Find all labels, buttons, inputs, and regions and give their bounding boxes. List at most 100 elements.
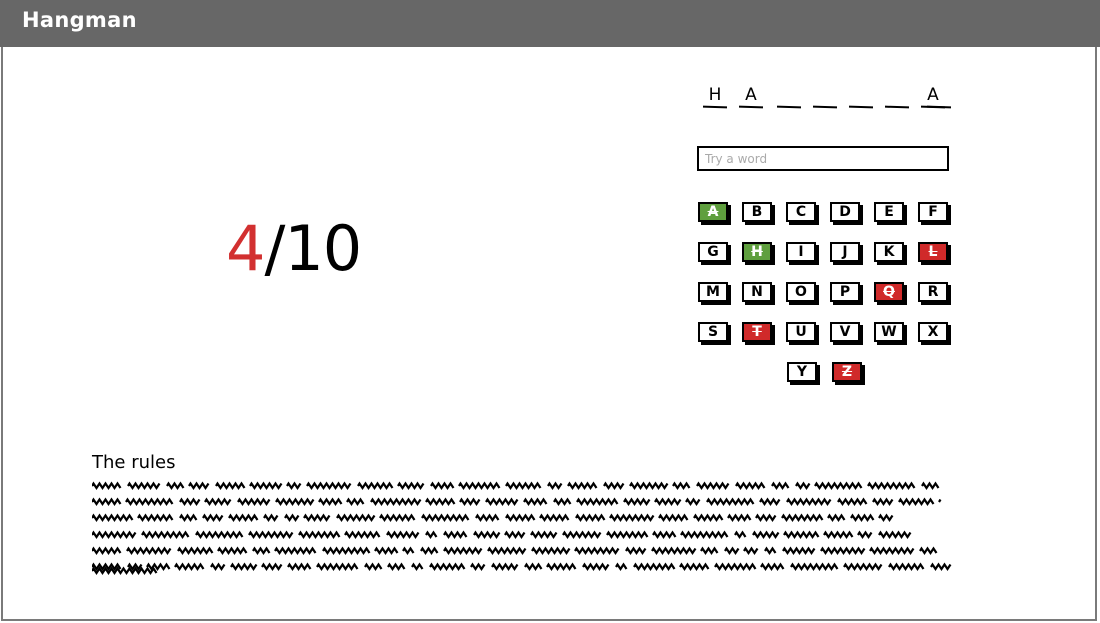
key-b[interactable]: B (742, 202, 772, 222)
scribble-word (487, 546, 527, 555)
scribble-word (287, 562, 312, 571)
scribble-word (357, 481, 394, 490)
scribble-word (344, 530, 381, 539)
scribble-word (210, 562, 226, 571)
key-l[interactable]: L (918, 242, 948, 262)
scribble-word (679, 562, 710, 571)
scribble-word (654, 497, 682, 506)
scribble-word (252, 546, 271, 555)
rules-heading: The rules (92, 452, 176, 473)
key-q[interactable]: Q (874, 282, 904, 302)
scribble-word (92, 481, 122, 490)
scribble-word (421, 513, 470, 522)
scribble-word (823, 530, 854, 539)
key-a[interactable]: A (698, 202, 728, 222)
scribble-word (386, 530, 420, 539)
rules-text-placeholder (92, 481, 952, 575)
scribble-word (938, 498, 942, 503)
scribble-word (430, 481, 455, 490)
scribble-word (397, 481, 425, 490)
scribble-word (166, 481, 185, 490)
key-c[interactable]: C (786, 202, 816, 222)
scribble-word (531, 546, 571, 555)
scribble-word (759, 497, 781, 506)
scribble-word (370, 497, 422, 506)
key-n[interactable]: N (742, 282, 772, 302)
scribble-word (473, 530, 501, 539)
scribble-word (364, 562, 383, 571)
scribble-word (336, 513, 376, 522)
guess-word-input[interactable] (697, 146, 949, 171)
scribble-word (524, 562, 543, 571)
key-j[interactable]: J (830, 242, 860, 262)
scribble-word (795, 481, 811, 490)
key-y[interactable]: Y (787, 362, 817, 382)
letter-underline (926, 105, 952, 109)
scribble-word (771, 481, 790, 490)
letter-underline (738, 105, 764, 109)
word-letter-slot (848, 84, 874, 112)
scribble-word (752, 530, 780, 539)
scribble-word (696, 481, 730, 490)
scribble-word (609, 513, 655, 522)
letter-underline (812, 105, 838, 109)
key-x[interactable]: X (918, 322, 948, 342)
scribble-word (523, 497, 548, 506)
scribble-word (878, 513, 894, 522)
scribble-word (318, 497, 343, 506)
attempts-used: 4 (226, 212, 265, 285)
scribble-word (921, 481, 940, 490)
scribble-word (177, 546, 214, 555)
scribble-word (126, 546, 172, 555)
scribble-word (263, 513, 279, 522)
scribble-word (505, 481, 542, 490)
key-p[interactable]: P (830, 282, 860, 302)
key-v[interactable]: V (830, 322, 860, 342)
scribble-word (125, 497, 174, 506)
scribble-word (425, 497, 456, 506)
scribble-word (322, 546, 371, 555)
scribble-word (843, 562, 883, 571)
key-h[interactable]: H (742, 242, 772, 262)
scribble-word (443, 530, 468, 539)
scribble-word (869, 546, 915, 555)
key-f[interactable]: F (918, 202, 948, 222)
scribble-word (724, 546, 740, 555)
scribble-word (562, 530, 602, 539)
key-e[interactable]: E (874, 202, 904, 222)
key-o[interactable]: O (786, 282, 816, 302)
key-s[interactable]: S (698, 322, 728, 342)
scribble-word (827, 513, 846, 522)
key-t[interactable]: T (742, 322, 772, 342)
scribble-word (857, 530, 873, 539)
scribble-word (553, 497, 572, 506)
scribble-word (760, 562, 785, 571)
scribble-word (576, 497, 619, 506)
key-d[interactable]: D (830, 202, 860, 222)
scribble-word (137, 513, 174, 522)
scribble-word (652, 530, 677, 539)
scribble-word (127, 481, 161, 490)
scribble-word (402, 546, 415, 555)
word-letter-slot (812, 84, 838, 112)
key-u[interactable]: U (786, 322, 816, 342)
scribble-word (458, 481, 501, 490)
key-g[interactable]: G (698, 242, 728, 262)
scribble-word (582, 562, 610, 571)
scribble-word (303, 513, 331, 522)
scribble-word (930, 562, 952, 571)
scribble-word (700, 546, 719, 555)
letter-underline (702, 105, 728, 109)
scribble-word (919, 546, 938, 555)
scribble-word (284, 513, 300, 522)
key-k[interactable]: K (874, 242, 904, 262)
scribble-word (237, 497, 271, 506)
scribble-word (680, 530, 729, 539)
key-m[interactable]: M (698, 282, 728, 302)
key-r[interactable]: R (918, 282, 948, 302)
scribble-word (174, 562, 205, 571)
scribble-word (898, 497, 935, 506)
key-i[interactable]: I (786, 242, 816, 262)
key-z[interactable]: Z (832, 362, 862, 382)
key-w[interactable]: W (874, 322, 904, 342)
